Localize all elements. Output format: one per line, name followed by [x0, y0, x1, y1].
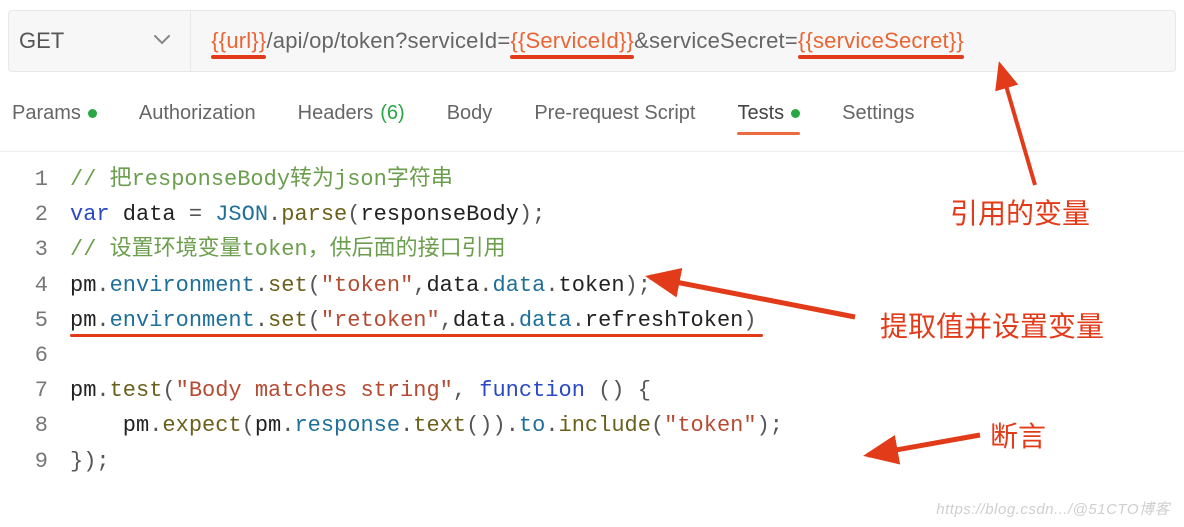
url-var-serviceid: {{ServiceId}} [510, 28, 634, 53]
table-row: 5 pm.environment.set("retoken",data.data… [0, 303, 1184, 338]
tab-params-label: Params [12, 102, 81, 125]
table-row: 1 // 把responseBody转为json字符串 [0, 162, 1184, 197]
line-number: 6 [0, 338, 70, 373]
line-number: 3 [0, 232, 70, 267]
status-dot-icon [791, 109, 800, 118]
tab-tests-label: Tests [737, 102, 784, 125]
code-line: }); [70, 444, 110, 479]
code-line: pm.expect(pm.response.text()).to.include… [70, 408, 783, 443]
status-dot-icon [88, 109, 97, 118]
code-line: // 把responseBody转为json字符串 [70, 162, 453, 197]
table-row: 4 pm.environment.set("token",data.data.t… [0, 268, 1184, 303]
url-var-servicesecret: {{serviceSecret}} [798, 28, 964, 53]
watermark: https://blog.csdn.../@51CTO博客 [936, 498, 1170, 519]
tab-authorization[interactable]: Authorization [139, 102, 256, 125]
tab-prerequest[interactable]: Pre-request Script [534, 102, 695, 125]
table-row: 9 }); [0, 444, 1184, 479]
request-tabs: Params Authorization Headers (6) Body Pr… [0, 72, 1184, 139]
chevron-down-icon [154, 32, 170, 50]
code-line: pm.test("Body matches string", function … [70, 373, 651, 408]
tab-headers-label: Headers [298, 102, 374, 125]
code-line [70, 338, 83, 373]
line-number: 4 [0, 268, 70, 303]
url-var-url: {{url}} [211, 28, 266, 53]
request-row: GET {{url}}/api/op/token?serviceId={{Ser… [8, 10, 1176, 72]
url-seg2: &serviceSecret= [634, 28, 798, 53]
table-row: 2 var data = JSON.parse(responseBody); [0, 197, 1184, 232]
line-number: 7 [0, 373, 70, 408]
code-line: pm.environment.set("retoken",data.data.r… [70, 303, 757, 338]
code-line: pm.environment.set("token",data.data.tok… [70, 268, 651, 303]
tab-headers[interactable]: Headers (6) [298, 102, 405, 125]
table-row: 3 // 设置环境变量token，供后面的接口引用 [0, 232, 1184, 267]
line-number: 8 [0, 408, 70, 443]
code-line: // 设置环境变量token，供后面的接口引用 [70, 232, 506, 267]
table-row: 7 pm.test("Body matches string", functio… [0, 373, 1184, 408]
method-dropdown[interactable]: GET [19, 11, 191, 71]
headers-count: (6) [380, 102, 404, 125]
line-number: 2 [0, 197, 70, 232]
tab-tests[interactable]: Tests [737, 102, 800, 125]
method-label: GET [19, 28, 64, 54]
table-row: 6 [0, 338, 1184, 373]
tab-body[interactable]: Body [447, 102, 493, 125]
url-input[interactable]: {{url}}/api/op/token?serviceId={{Service… [191, 28, 1165, 54]
code-line: var data = JSON.parse(responseBody); [70, 197, 545, 232]
tests-editor[interactable]: 1 // 把responseBody转为json字符串 2 var data =… [0, 151, 1184, 479]
url-seg1: /api/op/token?serviceId= [266, 28, 510, 53]
line-number: 9 [0, 444, 70, 479]
table-row: 8 pm.expect(pm.response.text()).to.inclu… [0, 408, 1184, 443]
line-number: 5 [0, 303, 70, 338]
tab-settings[interactable]: Settings [842, 102, 914, 125]
line-number: 1 [0, 162, 70, 197]
tab-params[interactable]: Params [12, 102, 97, 125]
